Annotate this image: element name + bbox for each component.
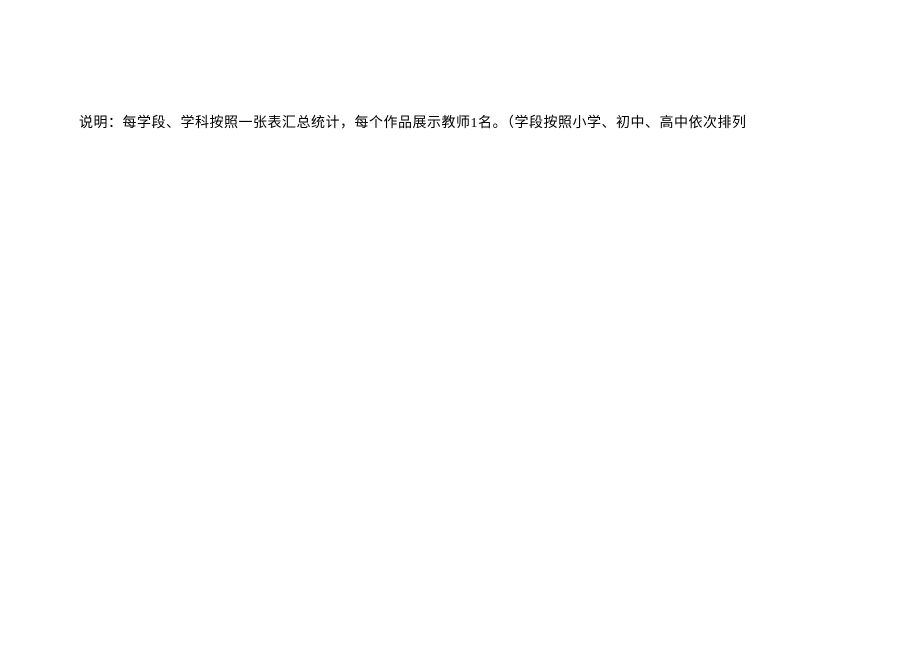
description-paragraph: 说明：每学段、学科按照一张表汇总统计，每个作品展示教师1名。（学段按照小学、初中… [79,112,747,132]
